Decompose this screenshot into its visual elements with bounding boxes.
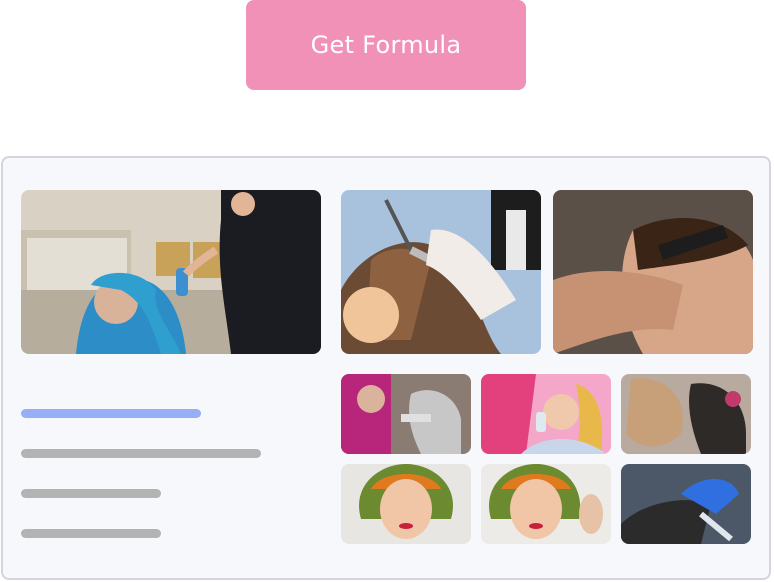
photo-client-orange-green-bob-1	[341, 464, 471, 544]
text-placeholder-line-3	[21, 529, 161, 538]
photo-curling-long-hair	[621, 374, 751, 454]
photo-hair-clip-styling	[553, 190, 753, 354]
photo-stylist-spraying-blue-dreadlocks	[21, 190, 321, 354]
text-placeholder-line-1	[21, 449, 261, 458]
title-placeholder-line	[21, 409, 201, 418]
text-placeholder-line-2	[21, 489, 161, 498]
photo-stylist-applying-dye	[341, 374, 471, 454]
photo-client-with-spray-bottle	[481, 374, 611, 454]
preview-card	[1, 156, 771, 580]
photo-foil-highlight-application	[341, 190, 541, 354]
photo-client-orange-green-bob-2	[481, 464, 611, 544]
photo-gloved-hands-coloring	[621, 464, 751, 544]
get-formula-button[interactable]: Get Formula	[246, 0, 526, 90]
